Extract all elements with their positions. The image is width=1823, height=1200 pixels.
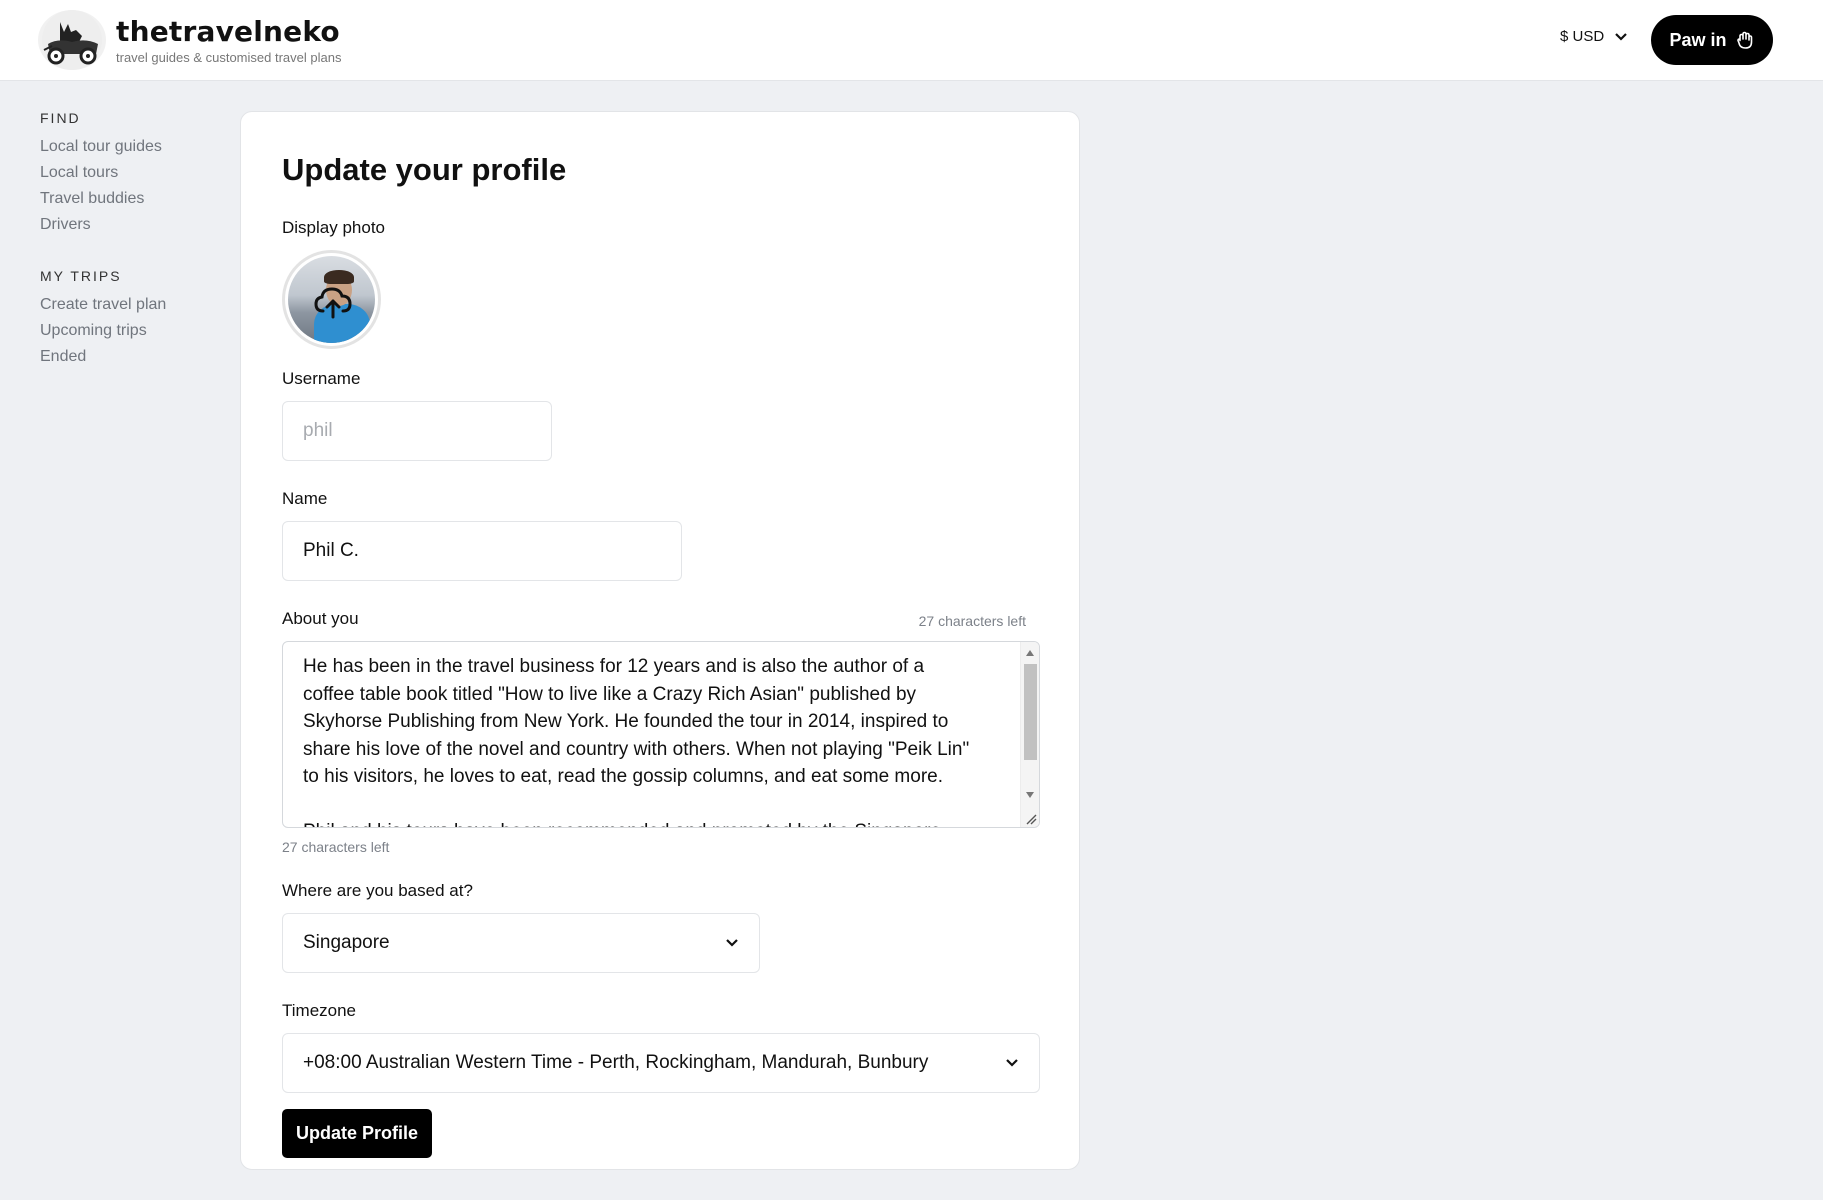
location-value: Singapore	[303, 932, 390, 953]
about-textarea[interactable]: He has been in the travel business for 1…	[282, 641, 1040, 828]
username-field: phil	[282, 401, 552, 461]
sidebar-item-drivers[interactable]: Drivers	[40, 212, 220, 238]
find-section: FIND Local tour guides Local tours Trave…	[40, 110, 220, 238]
username-label: Username	[282, 369, 361, 388]
neko-logo-icon	[38, 10, 106, 70]
upload-cloud-icon	[314, 287, 352, 319]
sidebar-item-create-travel-plan[interactable]: Create travel plan	[40, 292, 220, 318]
avatar[interactable]	[282, 250, 381, 349]
based-label: Where are you based at?	[282, 881, 473, 900]
timezone-label: Timezone	[282, 1001, 357, 1020]
timezone-value: +08:00 Australian Western Time - Perth, …	[303, 1052, 929, 1073]
chevron-down-icon	[1615, 32, 1627, 41]
find-heading: FIND	[40, 110, 81, 126]
about-text: He has been in the travel business for 1…	[303, 656, 970, 827]
currency-label: $ USD	[1560, 28, 1605, 45]
site-logo[interactable]: thetravelneko travel guides & customised…	[38, 10, 341, 70]
page-title: Update your profile	[282, 152, 567, 187]
chevron-down-icon	[1006, 1059, 1018, 1067]
sidebar: FIND Local tour guides Local tours Trave…	[40, 110, 220, 400]
sidebar-item-upcoming-trips[interactable]: Upcoming trips	[40, 318, 220, 344]
paw-hand-icon	[1736, 31, 1752, 49]
chevron-down-icon	[726, 939, 738, 947]
currency-selector[interactable]: $ USD	[1560, 28, 1628, 45]
sidebar-item-ended[interactable]: Ended	[40, 344, 220, 370]
sidebar-item-travel-buddies[interactable]: Travel buddies	[40, 186, 220, 212]
display-photo-label: Display photo	[282, 218, 386, 237]
chars-left-footer: 27 characters left	[282, 839, 390, 855]
scrollbar-thumb[interactable]	[1024, 664, 1037, 760]
scroll-down-arrow-icon[interactable]	[1026, 792, 1034, 798]
name-label: Name	[282, 489, 328, 508]
sidebar-item-local-tour-guides[interactable]: Local tour guides	[40, 134, 220, 160]
timezone-select[interactable]: +08:00 Australian Western Time - Perth, …	[282, 1033, 1040, 1093]
logo-name: thetravelneko	[116, 14, 340, 48]
chars-left-counter: 27 characters left	[918, 613, 1026, 629]
location-select[interactable]: Singapore	[282, 913, 760, 973]
about-label: About you	[282, 609, 359, 628]
profile-card: Update your profile Display photo Userna…	[240, 111, 1080, 1170]
name-field[interactable]: Phil C.	[282, 521, 682, 581]
paw-in-label: Paw in	[1669, 29, 1727, 50]
top-header: thetravelneko travel guides & customised…	[0, 0, 1823, 81]
update-profile-button[interactable]: Update Profile	[282, 1109, 432, 1158]
my-trips-heading: MY TRIPS	[40, 268, 122, 284]
resize-grip-icon[interactable]	[1023, 811, 1037, 825]
logo-tagline: travel guides & customised travel plans	[116, 49, 342, 65]
textarea-scrollbar[interactable]	[1020, 642, 1039, 827]
my-trips-section: MY TRIPS Create travel plan Upcoming tri…	[40, 268, 220, 370]
scroll-up-arrow-icon[interactable]	[1026, 650, 1034, 656]
sidebar-item-local-tours[interactable]: Local tours	[40, 160, 220, 186]
paw-in-button[interactable]: Paw in	[1651, 15, 1773, 65]
